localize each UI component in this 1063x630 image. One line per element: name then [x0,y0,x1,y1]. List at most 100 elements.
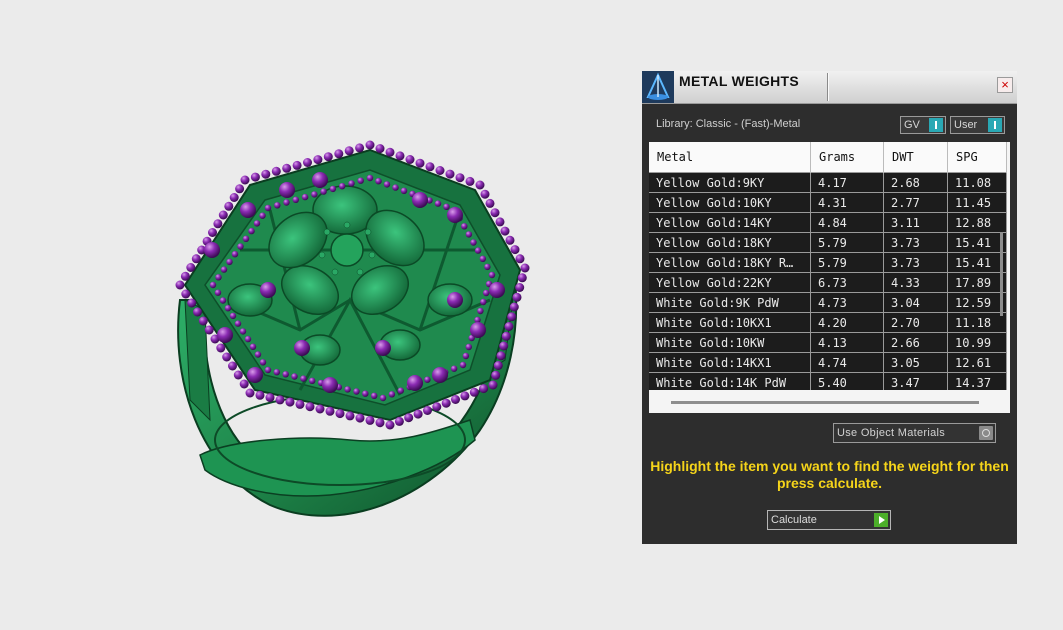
gem-bead [220,266,228,273]
gem-bead [315,404,325,414]
use-object-materials-toggle[interactable]: Use Object Materials [833,423,996,443]
gem-bead [219,297,227,304]
gem-bead [345,411,355,421]
table-row[interactable]: White Gold:10KW 4.13 2.66 10.99 [649,332,1007,353]
cell-spg: 11.18 [947,312,1007,333]
gem-bead [217,327,233,343]
gem-bead [208,228,217,237]
gv-toggle[interactable]: GV [900,116,946,134]
gem-bead [447,207,463,223]
user-toggle[interactable]: User [950,116,1005,134]
gem-bead [218,210,228,220]
close-button[interactable]: × [997,77,1013,93]
gem-bead [371,392,378,399]
gem-bead [204,325,214,335]
cell-metal: Yellow Gold:18KY [649,232,811,253]
gem-bead [231,251,239,258]
gem-bead [239,328,247,335]
gem-bead [329,185,337,193]
gem-bead [397,387,404,394]
gem-bead [264,366,272,374]
gem-bead [450,365,458,372]
cell-spg: 11.45 [947,192,1007,213]
gem-bead [455,173,465,183]
gem-bead [313,155,323,165]
gem-bead [255,390,265,400]
gem-bead [335,409,345,419]
cell-grams: 6.73 [810,272,884,293]
gem-bead [435,166,445,175]
column-header-metal[interactable]: Metal [649,142,811,173]
gem-bead [465,343,472,351]
ring-model[interactable] [0,0,640,630]
gem-bead [461,223,468,230]
gem-bead [477,307,484,315]
gem-bead [198,316,208,326]
panel-titlebar[interactable]: METAL WEIGHTS × [642,71,1017,104]
cell-metal: Yellow Gold:9KY [649,172,811,193]
gem-bead [520,263,530,273]
gem-bead [425,162,435,172]
gem-bead [311,191,318,198]
gem-bead [187,298,197,308]
gem-bead [240,175,250,185]
table-row[interactable]: White Gold:14KX1 4.74 3.05 12.61 [649,352,1007,373]
gem-bead [292,196,299,203]
table-row[interactable]: White Gold:9K PdW 4.73 3.04 12.59 [649,292,1007,313]
cell-metal: White Gold:10KX1 [649,312,811,333]
horizontal-scrollbar[interactable] [671,401,979,404]
gem-bead [339,183,346,190]
column-header-dwt[interactable]: DWT [883,142,948,173]
gem-bead [413,409,423,419]
vertical-scrollbar[interactable] [1000,232,1003,316]
cell-dwt: 2.77 [883,192,948,213]
gem-bead [215,274,222,281]
gem-bead [181,289,191,299]
table-row[interactable]: Yellow Gold:14KY 4.84 3.11 12.88 [649,212,1007,233]
table-row[interactable]: Yellow Gold:18KY R… 5.79 3.73 15.41 [649,252,1007,273]
gv-toggle-label: GV [904,119,920,131]
cell-spg: 15.41 [947,252,1007,273]
table-row[interactable]: White Gold:10KX1 4.20 2.70 11.18 [649,312,1007,333]
toggle-on-icon [929,118,943,132]
gem-bead [500,226,510,236]
gem-bead [385,420,395,430]
column-header-grams[interactable]: Grams [810,142,884,173]
gem-bead [388,391,396,398]
metal-table[interactable]: Metal Grams DWT SPG Yellow Gold:9KY 4.17 2… [649,142,1010,413]
calculate-button[interactable]: Calculate [767,510,891,530]
gem-bead [489,282,505,298]
cell-dwt: 2.68 [883,172,948,193]
column-header-spg[interactable]: SPG [947,142,1007,173]
cell-dwt: 3.04 [883,292,948,313]
cell-metal: White Gold:14KX1 [649,352,811,373]
gem-bead [344,146,354,156]
user-toggle-label: User [954,119,978,131]
gem-bead [501,331,511,341]
cell-grams: 4.13 [810,332,884,353]
table-row[interactable]: Yellow Gold:10KY 4.31 2.77 11.45 [649,192,1007,213]
table-row[interactable]: Yellow Gold:18KY 5.79 3.73 15.41 [649,232,1007,253]
gem-bead [375,144,385,154]
gem-bead [248,227,255,235]
panel-title: METAL WEIGHTS [679,73,828,101]
gem-bead [480,298,487,306]
cell-spg: 12.61 [947,352,1007,373]
3d-viewport[interactable] [0,0,640,630]
cell-spg: 10.99 [947,332,1007,353]
gem-bead [412,192,428,208]
gem-bead [283,199,290,206]
cell-grams: 4.84 [810,212,884,233]
table-row[interactable]: Yellow Gold:9KY 4.17 2.68 11.08 [649,172,1007,193]
table-row[interactable]: Yellow Gold:22KY 6.73 4.33 17.89 [649,272,1007,293]
gem-bead [344,386,351,393]
gem-bead [301,193,309,201]
cell-grams: 5.79 [810,232,884,253]
gem-bead [510,245,520,255]
gem-bead [353,388,360,395]
gem-bead [445,169,455,179]
gem-bead [490,208,500,218]
toggle-on-icon [988,118,1002,132]
cell-metal: Yellow Gold:22KY [649,272,811,293]
gem-bead [292,160,302,170]
